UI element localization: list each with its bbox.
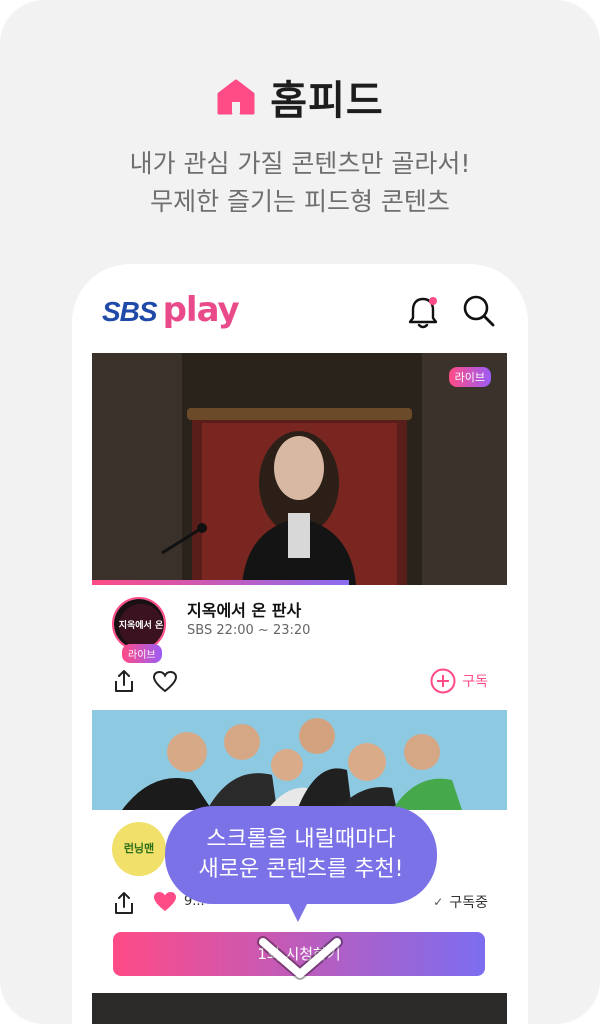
feed-item1-info[interactable]: 지옥에서 온 라이브 지옥에서 온 판사 SBS 22:00 ~ 23:20 [112,597,512,667]
search-icon[interactable] [462,294,496,328]
sbs-play-logo[interactable]: SBS play [102,290,240,330]
live-badge: 라이브 [448,367,491,387]
plus-circle-icon [430,668,456,694]
tooltip-tail [288,902,308,922]
scroll-tooltip: 스크롤을 내릴때마다 새로운 콘텐츠를 추천! [165,806,437,904]
check-icon: ✓ [433,895,444,909]
running-man-cast-image [92,710,507,810]
show-time: SBS 22:00 ~ 23:20 [187,623,311,638]
logo-play: play [162,290,240,330]
bell-icon[interactable] [406,294,440,330]
hero-title: 홈피드 [270,78,384,124]
subscribed-button[interactable]: ✓ 구독중 [433,892,488,912]
home-icon [217,79,255,115]
feed-item1-actions: 구독 [112,666,488,696]
logo-sbs: SBS [102,296,158,327]
live-progress-bar [92,580,349,585]
courtroom-scene-image [92,353,507,585]
tooltip-line1: 스크롤을 내릴때마다 [206,827,396,852]
promo-frame: 홈피드 내가 관심 가질 콘텐츠만 골라서! 무제한 즐기는 피드형 콘텐츠 S… [0,0,600,1024]
share-icon[interactable] [112,668,136,694]
subscribe-label: 구독 [462,674,488,690]
share-icon[interactable] [112,890,136,916]
show-avatar[interactable]: 지옥에서 온 [112,597,166,651]
hero-subtitle-line2: 무제한 즐기는 피드형 콘텐츠 [150,187,450,216]
feed-item3-thumbnail[interactable] [92,993,507,1024]
heart-filled-icon[interactable] [152,890,178,914]
app-header: SBS play [72,264,528,352]
feed-item1-thumbnail[interactable]: 라이브 [92,353,507,585]
subscribe-button[interactable]: 구독 [430,668,488,694]
feed-item2-thumbnail[interactable] [92,710,507,810]
tooltip-line2: 새로운 콘텐츠를 추천! [198,857,404,882]
avatar2-text: 런닝맨 [123,842,155,855]
heart-outline-icon[interactable] [152,670,178,694]
hero-subtitle-line1: 내가 관심 가질 콘텐츠만 골라서! [129,149,471,178]
subscribed-label: 구독중 [449,895,488,911]
avatar-text: 지옥에서 온 [118,621,164,631]
show2-avatar[interactable]: 런닝맨 [112,822,166,876]
show-title[interactable]: 지옥에서 온 판사 [187,597,301,621]
scroll-down-chevron-icon [257,936,343,980]
avatar-live-badge: 라이브 [122,644,162,663]
hero-title-row: 홈피드 [0,68,600,126]
